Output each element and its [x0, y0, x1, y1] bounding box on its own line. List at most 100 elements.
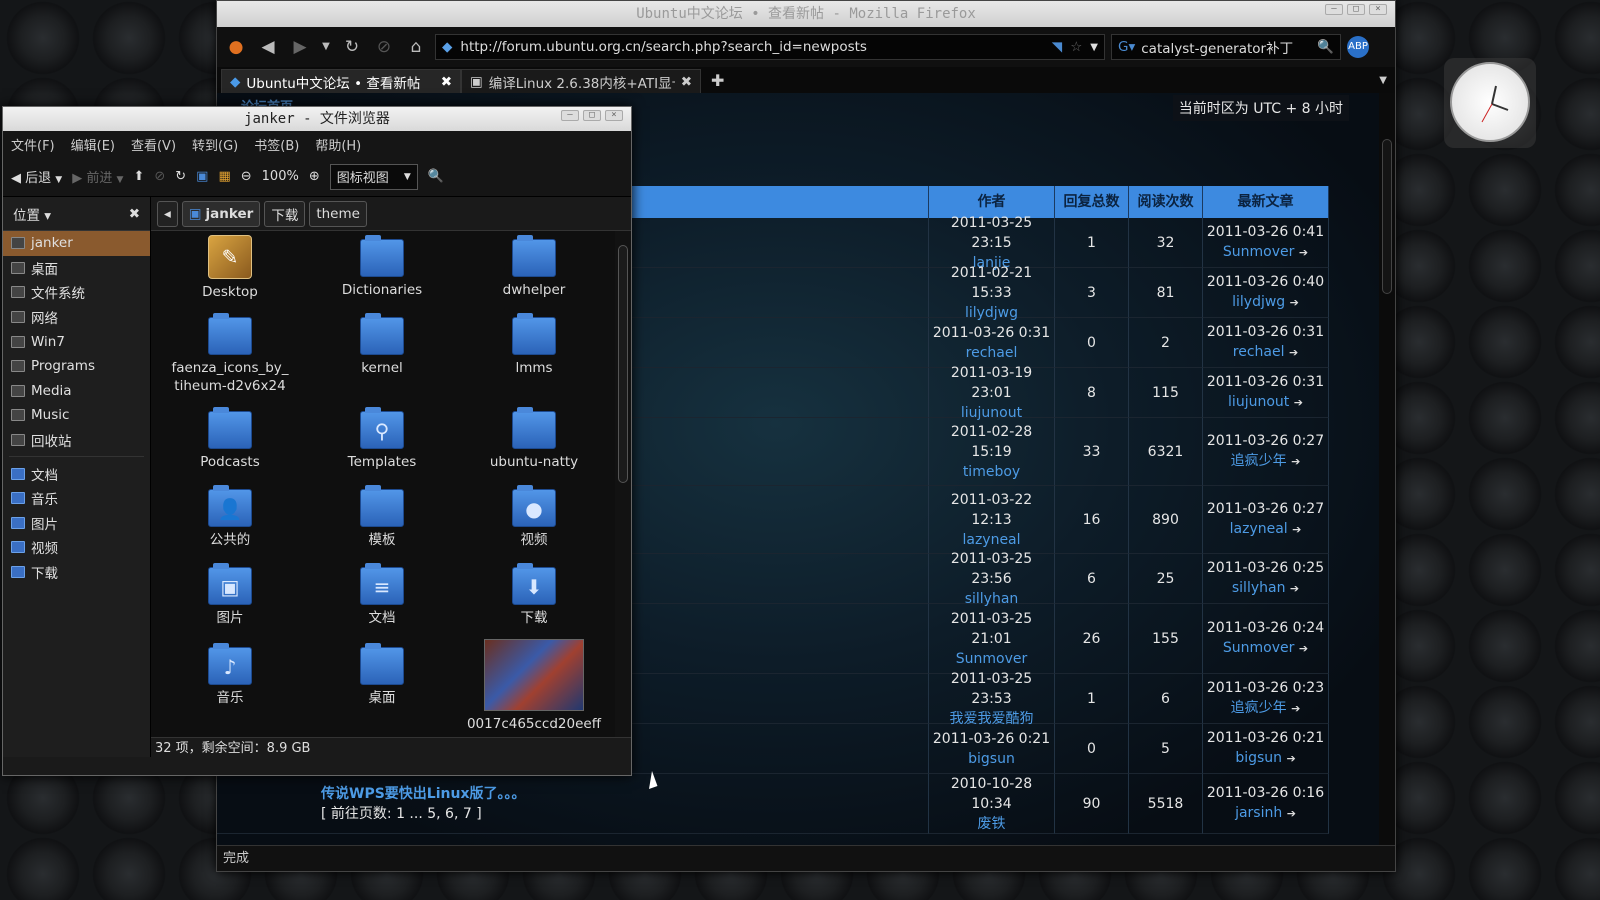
- sidebar-item-bookmark[interactable]: 图片: [3, 511, 150, 536]
- file-item[interactable]: 桌面: [307, 639, 457, 707]
- file-item[interactable]: ✎ Desktop: [155, 231, 305, 301]
- site-identity-icon[interactable]: ◆: [442, 39, 452, 55]
- last-post-user-link[interactable]: 追疯少年: [1231, 700, 1287, 716]
- file-item[interactable]: Podcasts: [155, 403, 305, 471]
- file-item[interactable]: ⬇ 下载: [459, 559, 609, 627]
- close-button[interactable]: ×: [605, 110, 623, 121]
- sidebar-item-place[interactable]: 网络: [3, 305, 150, 330]
- goto-last-post-icon[interactable]: ➔: [1294, 396, 1303, 409]
- last-post-user-link[interactable]: liujunout: [1228, 394, 1289, 410]
- file-item[interactable]: 👤 公共的: [155, 481, 305, 549]
- goto-last-post-icon[interactable]: ➔: [1299, 246, 1308, 259]
- file-item[interactable]: ● 视频: [459, 481, 609, 549]
- path-segment-downloads[interactable]: 下载: [264, 200, 306, 227]
- last-post-user-link[interactable]: sillyhan: [1232, 580, 1286, 596]
- firefox-menu-icon[interactable]: ●: [223, 34, 249, 60]
- sidebar-close-icon[interactable]: ✖: [129, 206, 140, 222]
- sidebar-item-place[interactable]: 桌面: [3, 256, 150, 281]
- goto-last-post-icon[interactable]: ➔: [1291, 702, 1300, 715]
- sidebar-item-bookmark[interactable]: 文档: [3, 461, 150, 486]
- file-item[interactable]: ▣ 图片: [155, 559, 305, 627]
- path-back-arrow[interactable]: ◂: [157, 200, 178, 227]
- adblock-icon[interactable]: ABP: [1347, 36, 1369, 58]
- menu-edit[interactable]: 编辑(E): [71, 135, 115, 154]
- last-post-user-link[interactable]: rechael: [1233, 344, 1285, 360]
- tab-kernel-compile[interactable]: ▣ 编译Linux 2.6.38内核+ATI显卡... ✖: [461, 69, 701, 93]
- last-post-user-link[interactable]: 追疯少年: [1231, 453, 1287, 469]
- file-item[interactable]: 模板: [307, 481, 457, 549]
- last-post-user-link[interactable]: lilydjwg: [1232, 294, 1285, 310]
- goto-last-post-icon[interactable]: ➔: [1287, 807, 1296, 820]
- sidebar-item-place[interactable]: Music: [3, 403, 150, 428]
- stop-button[interactable]: ⊘: [371, 34, 397, 60]
- sidebar-item-place[interactable]: 回收站: [3, 428, 150, 453]
- last-post-user-link[interactable]: Sunmover: [1223, 640, 1295, 656]
- topic-pages[interactable]: [ 前往页数: 1 ... 5, 6, 7 ]: [321, 804, 482, 824]
- file-item[interactable]: faenza_icons_by_ tiheum-d2v6x24: [155, 309, 305, 395]
- last-post-user-link[interactable]: lazyneal: [1230, 521, 1288, 537]
- file-item[interactable]: ubuntu-natty: [459, 403, 609, 471]
- page-scrollbar[interactable]: [1379, 93, 1395, 845]
- search-icon[interactable]: 🔍: [428, 169, 444, 184]
- bookmark-star-icon[interactable]: ☆: [1070, 39, 1082, 55]
- sidebar-type-select[interactable]: 位置 ▾: [13, 204, 51, 224]
- file-item[interactable]: Dictionaries: [307, 231, 457, 299]
- view-mode-select[interactable]: 图标视图 ▼: [329, 163, 418, 190]
- file-browser-titlebar[interactable]: janker - 文件浏览器 – □ ×: [3, 107, 631, 131]
- menu-view[interactable]: 查看(V): [131, 135, 176, 154]
- new-tab-button[interactable]: ✚: [701, 69, 734, 93]
- sidebar-item-place[interactable]: Programs: [3, 354, 150, 379]
- goto-last-post-icon[interactable]: ➔: [1292, 523, 1301, 536]
- back-button[interactable]: ◀ 后退 ▼: [11, 167, 62, 186]
- menu-help[interactable]: 帮助(H): [315, 135, 361, 154]
- home-button[interactable]: ⌂: [403, 34, 429, 60]
- minimize-button[interactable]: –: [561, 110, 579, 121]
- path-segment-janker[interactable]: ▣ janker: [181, 200, 261, 227]
- tab-ubuntu-forum[interactable]: ◆ Ubuntu中文论坛 • 查看新帖 ✖: [221, 69, 461, 93]
- file-item[interactable]: lmms: [459, 309, 609, 377]
- maximize-button[interactable]: □: [1347, 4, 1365, 15]
- history-dropdown-icon[interactable]: ▼: [319, 34, 333, 60]
- goto-last-post-icon[interactable]: ➔: [1291, 455, 1300, 468]
- url-input[interactable]: http://forum.ubuntu.org.cn/search.php?se…: [460, 39, 1043, 55]
- computer-button[interactable]: ▦: [218, 169, 230, 184]
- file-item[interactable]: 0017c465ccd20eeff: [459, 639, 609, 733]
- file-item[interactable]: dwhelper: [459, 231, 609, 299]
- last-post-user-link[interactable]: bigsun: [1235, 750, 1282, 766]
- goto-last-post-icon[interactable]: ➔: [1290, 296, 1299, 309]
- menu-bookmarks[interactable]: 书签(B): [254, 135, 299, 154]
- goto-last-post-icon[interactable]: ➔: [1289, 346, 1298, 359]
- forward-button[interactable]: ▶: [287, 34, 313, 60]
- scrollbar-thumb[interactable]: [618, 245, 628, 483]
- rss-icon[interactable]: ◥: [1052, 39, 1062, 55]
- sidebar-item-bookmark[interactable]: 视频: [3, 535, 150, 560]
- sidebar-item-bookmark[interactable]: 音乐: [3, 486, 150, 511]
- sidebar-item-place[interactable]: Media: [3, 379, 150, 404]
- forward-button[interactable]: ▶ 前进 ▼: [72, 167, 123, 186]
- reload-button[interactable]: ↻: [339, 34, 365, 60]
- back-button[interactable]: ◀: [255, 34, 281, 60]
- file-grid-scrollbar[interactable]: [615, 231, 631, 737]
- goto-last-post-icon[interactable]: ➔: [1299, 642, 1308, 655]
- file-item[interactable]: kernel: [307, 309, 457, 377]
- tab-close-icon[interactable]: ✖: [441, 74, 452, 90]
- author-link[interactable]: Sunmover: [929, 649, 1054, 669]
- author-link[interactable]: lazyneal: [929, 530, 1054, 550]
- zoom-in-icon[interactable]: ⊕: [309, 169, 320, 184]
- goto-last-post-icon[interactable]: ➔: [1286, 752, 1295, 765]
- home-folder-button[interactable]: ▣: [196, 169, 208, 184]
- goto-last-post-icon[interactable]: ➔: [1290, 582, 1299, 595]
- last-post-user-link[interactable]: Sunmover: [1223, 244, 1295, 260]
- search-bar[interactable]: G▾ catalyst-generator补丁 🔍: [1111, 34, 1341, 60]
- author-link[interactable]: rechael: [929, 343, 1054, 363]
- zoom-out-icon[interactable]: ⊖: [241, 169, 252, 184]
- tab-list-icon[interactable]: ▼: [1379, 69, 1387, 93]
- reload-button[interactable]: ↻: [175, 169, 186, 184]
- sidebar-item-place[interactable]: Win7: [3, 329, 150, 354]
- menu-go[interactable]: 转到(G): [192, 135, 238, 154]
- maximize-button[interactable]: □: [583, 110, 601, 121]
- author-link[interactable]: timeboy: [929, 462, 1054, 482]
- author-link[interactable]: 废铁: [929, 814, 1054, 834]
- scrollbar-thumb[interactable]: [1382, 139, 1392, 294]
- sidebar-item-place[interactable]: janker: [3, 231, 150, 256]
